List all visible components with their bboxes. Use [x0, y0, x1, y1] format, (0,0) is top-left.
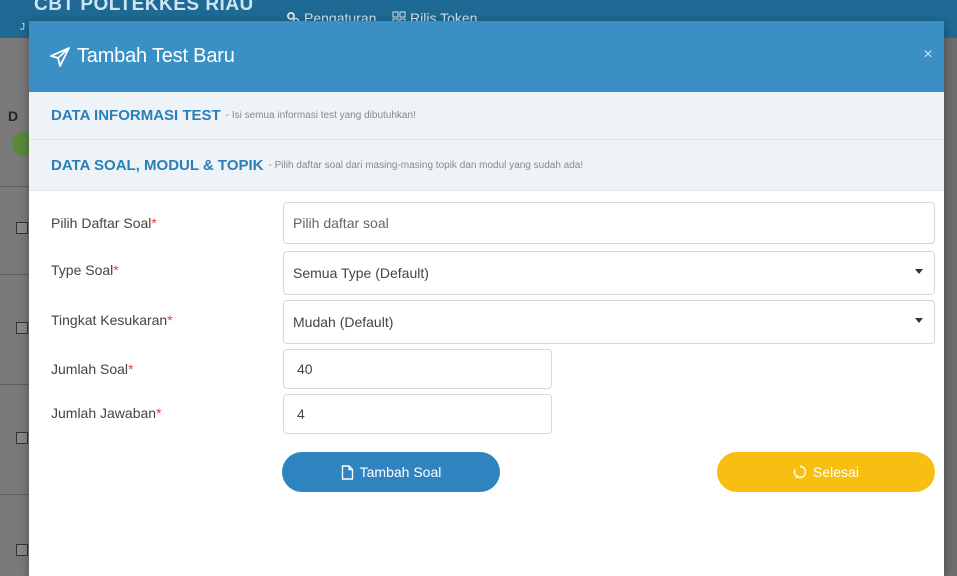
type-soal-label: Type Soal* [51, 262, 119, 278]
tingkat-kesukaran-select[interactable]: Mudah (Default) [283, 300, 935, 344]
tambah-soal-button[interactable]: Tambah Soal [282, 452, 500, 492]
daftar-soal-input[interactable] [283, 202, 935, 244]
tambah-test-modal: Tambah Test Baru × DATA INFORMASI TEST I… [29, 21, 944, 576]
background-side-letter: D [8, 108, 19, 124]
background-divider [0, 274, 30, 275]
type-soal-value: Semua Type (Default) [293, 265, 429, 281]
background-divider [0, 494, 30, 495]
jumlah-jawaban-input[interactable] [283, 394, 552, 434]
selesai-label: Selesai [813, 464, 859, 480]
daftar-soal-label: Pilih Daftar Soal* [51, 215, 157, 231]
background-divider [0, 186, 30, 187]
section-title: DATA SOAL, MODUL & TOPIK [51, 156, 264, 174]
background-checkbox [16, 222, 28, 234]
background-checkbox [16, 544, 28, 556]
spinner-icon [793, 465, 807, 479]
close-icon[interactable]: × [920, 47, 936, 63]
background-divider [0, 384, 30, 385]
section-title: DATA INFORMASI TEST [51, 107, 221, 124]
background-checkbox [16, 322, 28, 334]
section-subtitle: Isi semua informasi test yang dibutuhkan… [226, 110, 416, 121]
section-data-soal-modul-topik[interactable]: DATA SOAL, MODUL & TOPIK Pilih daftar so… [29, 140, 944, 191]
tingkat-kesukaran-label: Tingkat Kesukaran* [51, 312, 173, 328]
jumlah-soal-input[interactable] [283, 349, 552, 389]
type-soal-select[interactable]: Semua Type (Default) [283, 251, 935, 295]
background-checkbox [16, 432, 28, 444]
caret-down-icon [915, 269, 923, 274]
caret-down-icon [915, 318, 923, 323]
background-brand: CBT POLTEKKES RIAU [34, 0, 254, 15]
tingkat-kesukaran-value: Mudah (Default) [293, 314, 394, 330]
background-sidebar: D [0, 38, 30, 576]
background-brand-sub: J [20, 22, 25, 33]
file-icon [341, 464, 353, 480]
jumlah-jawaban-label: Jumlah Jawaban* [51, 405, 162, 421]
section-data-informasi-test[interactable]: DATA INFORMASI TEST Isi semua informasi … [29, 92, 944, 140]
modal-header: Tambah Test Baru [29, 21, 944, 92]
tambah-soal-label: Tambah Soal [359, 464, 442, 480]
jumlah-soal-label: Jumlah Soal* [51, 361, 134, 377]
selesai-button[interactable]: Selesai [717, 452, 935, 492]
section-subtitle: Pilih daftar soal dari masing-masing top… [269, 160, 584, 171]
paper-plane-icon [50, 46, 70, 67]
modal-title: Tambah Test Baru [77, 45, 235, 67]
